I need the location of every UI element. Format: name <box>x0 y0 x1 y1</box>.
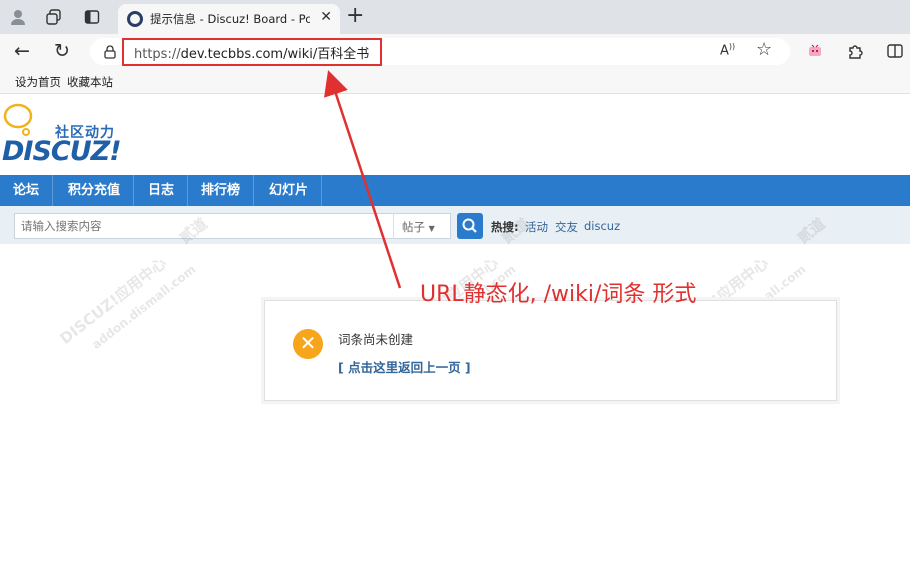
nav-item-blog[interactable]: 日志 <box>135 175 189 206</box>
error-x-icon: ✕ <box>293 329 323 359</box>
tab-close-icon[interactable]: ✕ <box>320 9 332 25</box>
search-bar: 帖子 ▼ 热搜: 活动 交友 discuz <box>0 206 910 244</box>
favorite-star-icon[interactable]: ☆ <box>756 39 772 60</box>
url-path: dev.tecbbs.com/wiki/百科全书 <box>180 47 370 62</box>
lock-icon[interactable] <box>104 44 116 59</box>
profile-icon[interactable] <box>8 7 28 27</box>
logo-bubble-icon <box>3 103 33 136</box>
logo-english-text: DISCUZ! <box>2 136 122 167</box>
discuz-favicon-icon <box>127 11 143 27</box>
site-nav: 论坛 积分充值 日志 排行榜 幻灯片 <box>0 175 910 206</box>
site-logo[interactable]: 社区动力 DISCUZ! <box>0 102 130 167</box>
search-type-select[interactable]: 帖子 ▼ <box>393 213 451 239</box>
split-screen-icon[interactable] <box>886 42 904 60</box>
chevron-down-icon: ▼ <box>428 224 435 233</box>
read-aloud-icon[interactable]: A)) <box>720 42 735 58</box>
search-icon <box>462 218 477 233</box>
nav-item-slideshow[interactable]: 幻灯片 <box>256 175 323 206</box>
url-text[interactable]: https://dev.tecbbs.com/wiki/百科全书 <box>134 43 369 62</box>
refresh-icon[interactable]: ↻ <box>50 39 74 63</box>
new-tab-icon[interactable]: + <box>346 4 364 28</box>
address-bar[interactable]: https://dev.tecbbs.com/wiki/百科全书 A)) ☆ <box>90 38 790 66</box>
message-text: 词条尚未创建 <box>338 332 414 347</box>
go-back-link[interactable]: [ 点击这里返回上一页 ] <box>338 357 471 376</box>
hot-link-friends[interactable]: 交友 <box>555 219 578 235</box>
vertical-tabs-icon[interactable] <box>82 7 102 27</box>
search-button[interactable] <box>457 213 483 239</box>
nav-item-ranking[interactable]: 排行榜 <box>188 175 255 206</box>
search-type-label: 帖子 <box>402 220 425 234</box>
browser-toolbar: ← ↻ https://dev.tecbbs.com/wiki/百科全书 A))… <box>0 34 910 68</box>
tab-active[interactable]: 提示信息 - Discuz! Board - Powe ✕ <box>118 4 340 34</box>
tab-strip: 提示信息 - Discuz! Board - Powe ✕ + <box>0 0 910 34</box>
back-arrow-icon[interactable]: ← <box>10 39 34 63</box>
nav-item-credits[interactable]: 积分充值 <box>55 175 135 206</box>
extensions-puzzle-icon[interactable] <box>846 42 864 60</box>
tab-title: 提示信息 - Discuz! Board - Powe <box>150 12 310 26</box>
message-box: ✕ 词条尚未创建 [ 点击这里返回上一页 ] <box>264 300 837 401</box>
hot-link-discuz[interactable]: discuz <box>584 219 620 233</box>
nav-item-forum[interactable]: 论坛 <box>0 175 54 206</box>
url-scheme: https:// <box>134 47 181 62</box>
favorite-set-home[interactable]: 设为首页 <box>15 74 61 90</box>
workspaces-icon[interactable] <box>44 7 64 27</box>
favorites-bar: 设为首页 收藏本站 <box>0 68 910 94</box>
annotation-text: URL静态化, /wiki/词条 形式 <box>420 282 697 307</box>
extension-icon[interactable] <box>806 42 824 60</box>
favorite-bookmark-site[interactable]: 收藏本站 <box>67 74 113 90</box>
